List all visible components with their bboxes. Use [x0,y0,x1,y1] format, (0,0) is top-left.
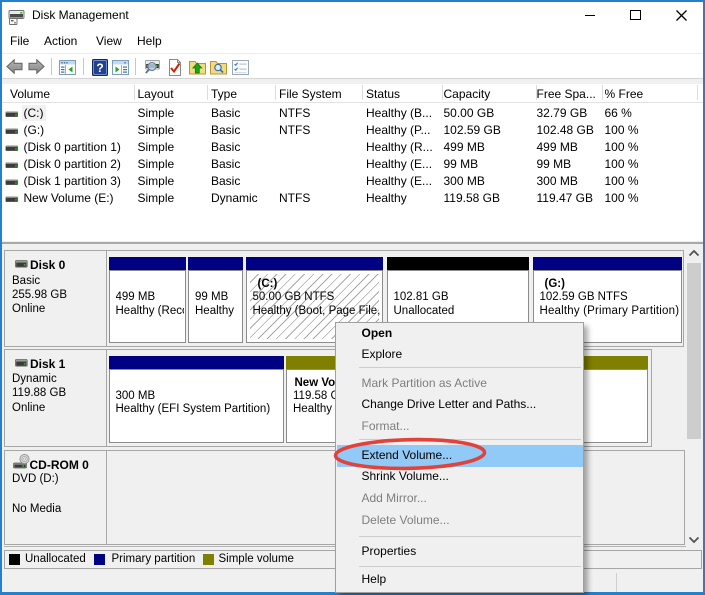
svg-text:?: ? [96,61,103,75]
